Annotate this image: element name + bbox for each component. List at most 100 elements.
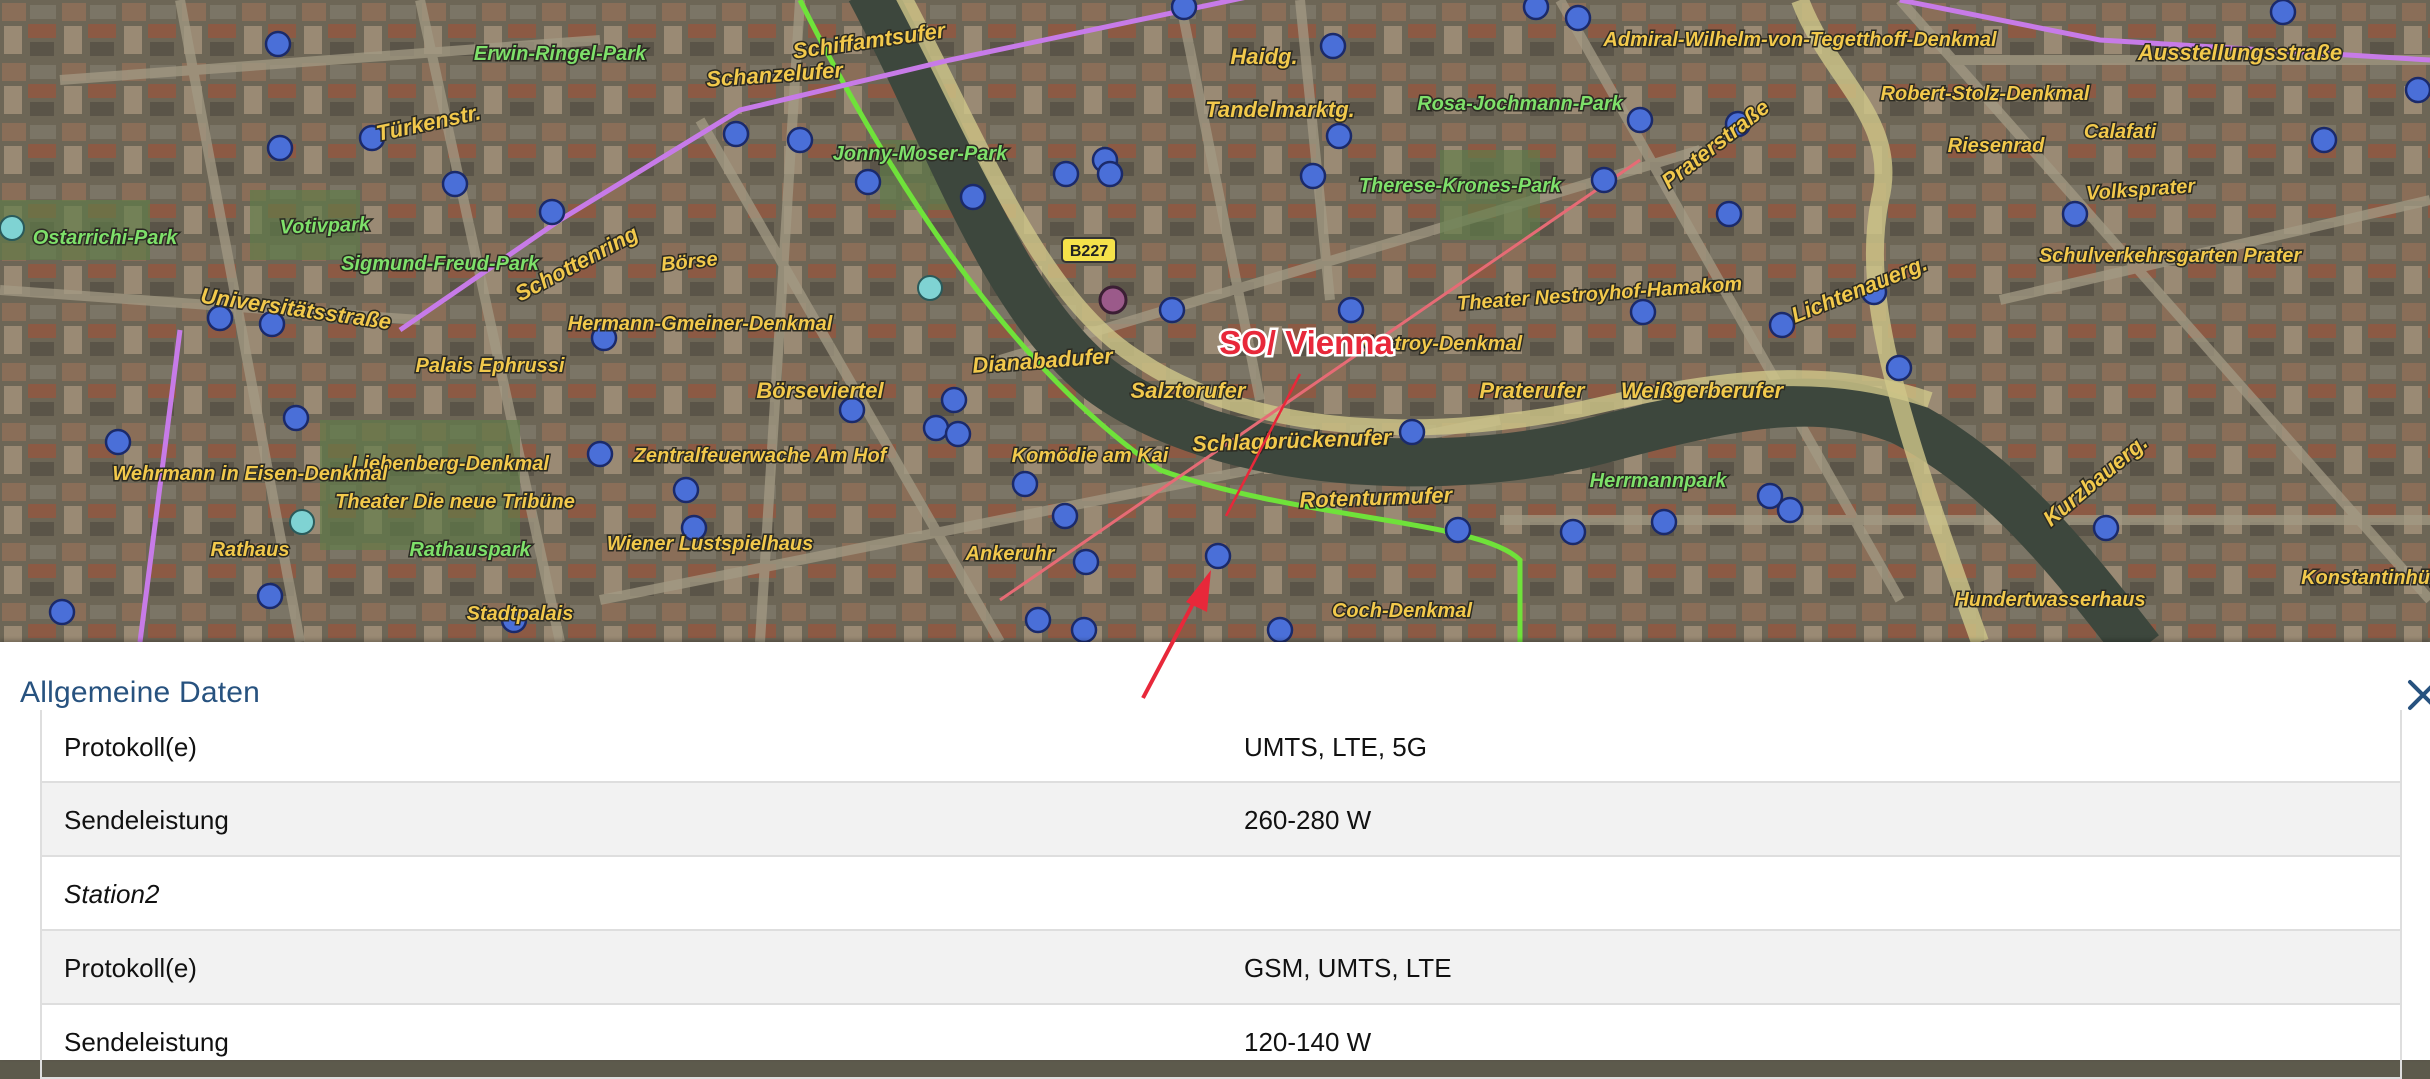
map-label: Zentralfeuerwache Am Hof [633,445,889,467]
station-marker[interactable] [1072,548,1100,576]
station-marker[interactable] [2061,200,2089,228]
station-marker[interactable] [538,198,566,226]
station-marker[interactable] [1024,606,1052,634]
station-marker[interactable] [1398,418,1426,446]
station-marker[interactable] [1885,354,1913,382]
map-label: Hundertwasserhaus [1954,589,2145,611]
station-marker[interactable] [1299,162,1327,190]
station-marker[interactable] [1626,106,1654,134]
station-marker[interactable] [1319,32,1347,60]
section-header-row: Station2 [42,857,2400,931]
station-marker[interactable] [264,30,292,58]
station-marker[interactable] [1715,200,1743,228]
row-value: 120-140 W [1244,1027,1372,1057]
map-label: Salztorufer [1131,378,1247,403]
selected-station-marker[interactable] [1098,285,1128,315]
map-label: Ostarrichi-Park [33,227,178,249]
station-marker[interactable] [441,170,469,198]
station-marker[interactable] [266,134,294,162]
map-label: Schulverkehrsgarten Prater [2039,245,2303,267]
station-marker[interactable] [586,440,614,468]
map-label: Wehrmann in Eisen-Denkmal [112,463,388,485]
station-marker[interactable] [1325,122,1353,150]
map-label: Rathaus [211,539,290,561]
station-marker[interactable] [1051,502,1079,530]
map-canvas[interactable]: SchiffamtsuferSchanzeluferErwin-Ringel-P… [0,0,2430,642]
station-marker[interactable] [104,428,132,456]
station-marker[interactable] [1629,298,1657,326]
road-shield-label: B227 [1070,243,1108,260]
map-label: Riesenrad [1948,135,2045,157]
station-marker[interactable] [944,420,972,448]
row-label: Sendeleistung [64,1027,229,1057]
map-label: Rosa-Jochmann-Park [1417,93,1623,115]
map-label: Wiener Lustspielhaus [607,533,814,555]
map-label: Konstantinhügel [2301,567,2430,589]
info-panel: Allgemeine Daten Protokoll(e) UMTS, LTE,… [0,642,2430,1079]
station-marker[interactable] [1650,508,1678,536]
station-marker[interactable] [854,168,882,196]
close-button[interactable] [2404,676,2430,714]
map-label: Therese-Krones-Park [1359,175,1562,197]
station-marker[interactable] [1204,542,1232,570]
map-label: Palais Ephrussi [416,355,565,377]
station-marker[interactable] [2092,514,2120,542]
row-value: UMTS, LTE, 5G [1244,732,1427,762]
satellite-map[interactable]: Schiffamtsufer Schanzelufer Erwin-Ringel-P… [0,0,2430,642]
row-label: Protokoll(e) [64,732,197,762]
station-marker[interactable] [1590,166,1618,194]
map-label: Rathauspark [409,539,531,561]
table-row: Sendeleistung 120-140 W [42,1005,2400,1079]
station-marker[interactable] [1266,616,1294,642]
station-marker[interactable] [1052,160,1080,188]
map-label: Herrmannpark [1590,470,1728,492]
map-label: Tandelmarktg. [1205,97,1355,122]
station-marker[interactable] [1564,4,1592,32]
map-label: Ankeruhr [965,543,1056,565]
table-row: Protokoll(e) GSM, UMTS, LTE [42,931,2400,1005]
station-marker[interactable] [256,582,284,610]
map-label: Erwin-Ringel-Park [474,43,647,65]
map-label: Hermann-Gmeiner-Denkmal [568,313,833,335]
data-table: Protokoll(e) UMTS, LTE, 5G Sendeleistung… [40,710,2402,1079]
station-marker[interactable] [940,386,968,414]
map-label: Sigmund-Freud-Park [341,253,540,275]
station-marker[interactable] [2310,126,2338,154]
row-label: Sendeleistung [64,805,229,835]
map-label: Coch-Denkmal [1332,600,1472,622]
station-marker[interactable] [722,120,750,148]
station-marker[interactable] [917,275,943,301]
map-label: Jonny-Moser-Park [833,143,1008,165]
station-marker[interactable] [1170,0,1198,21]
station-marker[interactable] [1096,160,1124,188]
station-marker[interactable] [1337,296,1365,324]
road-shield: B227 [1061,237,1117,263]
station-marker[interactable] [2404,76,2430,104]
table-row: Protokoll(e) UMTS, LTE, 5G [42,710,2400,783]
map-label: Calafati [2084,121,2157,143]
panel-title: Allgemeine Daten [20,676,261,709]
station-marker[interactable] [1559,518,1587,546]
station-marker[interactable] [959,183,987,211]
map-label: Theater Die neue Tribüne [335,491,575,513]
station-marker[interactable] [922,414,950,442]
station-marker[interactable] [1768,311,1796,339]
station-marker[interactable] [1444,516,1472,544]
station-marker[interactable] [1756,482,1784,510]
station-marker[interactable] [672,476,700,504]
map-label: Votivpark [279,213,371,238]
table-row: Sendeleistung 260-280 W [42,783,2400,857]
station-marker[interactable] [1011,470,1039,498]
station-marker[interactable] [282,404,310,432]
station-marker[interactable] [48,598,76,626]
station-marker[interactable] [786,126,814,154]
map-label: Komödie am Kai [1012,445,1169,467]
station-marker[interactable] [1158,296,1186,324]
station-marker[interactable] [0,215,25,241]
row-value: GSM, UMTS, LTE [1244,953,1452,983]
close-icon[interactable] [2404,676,2430,714]
station-marker[interactable] [1522,0,1550,21]
station-marker[interactable] [1070,616,1098,642]
station-marker[interactable] [289,509,315,535]
station-marker[interactable] [2269,0,2297,26]
